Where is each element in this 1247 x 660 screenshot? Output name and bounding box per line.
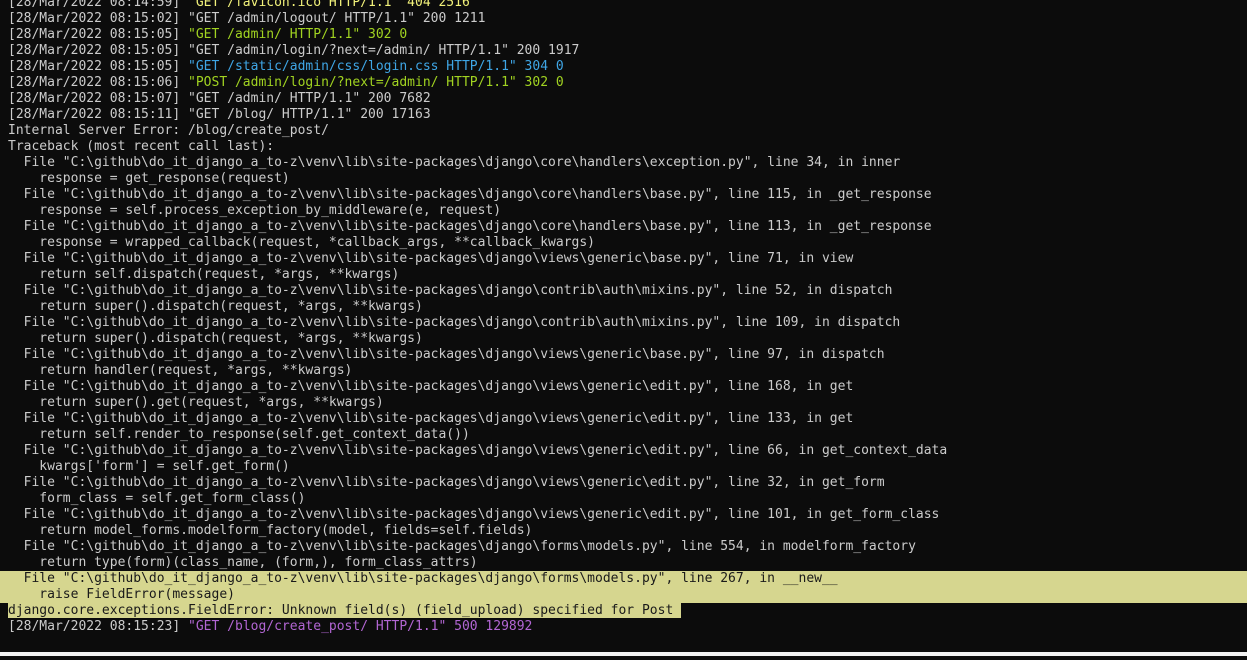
traceback-line[interactable]: return super().dispatch(request, *args, … [0, 299, 1247, 315]
log-timestamp: [28/Mar/2022 08:15:11] [8, 107, 181, 122]
log-request-line[interactable]: [28/Mar/2022 08:15:06] "POST /admin/logi… [0, 75, 1247, 91]
traceback-line[interactable]: File "C:\github\do_it_django_a_to-z\venv… [0, 187, 1247, 203]
selected-traceback-line[interactable]: File "C:\github\do_it_django_a_to-z\venv… [0, 571, 1247, 587]
log-timestamp: [28/Mar/2022 08:14:59] [8, 0, 181, 10]
traceback-line[interactable]: File "C:\github\do_it_django_a_to-z\venv… [0, 379, 1247, 395]
log-request-message: "GET /admin/ HTTP/1.1" 200 7682 [188, 91, 431, 106]
log-timestamp: [28/Mar/2022 08:15:02] [8, 11, 181, 26]
traceback-line[interactable]: form_class = self.get_form_class() [0, 491, 1247, 507]
traceback-line[interactable]: File "C:\github\do_it_django_a_to-z\venv… [0, 539, 1247, 555]
log-timestamp: [28/Mar/2022 08:15:23] [8, 619, 181, 634]
traceback-line[interactable]: Internal Server Error: /blog/create_post… [0, 123, 1247, 139]
log-request-line[interactable]: [28/Mar/2022 08:14:59] "GET /favicon.ico… [0, 0, 1247, 11]
traceback-line[interactable]: File "C:\github\do_it_django_a_to-z\venv… [0, 411, 1247, 427]
log-request-line[interactable]: [28/Mar/2022 08:15:05] "GET /admin/ HTTP… [0, 27, 1247, 43]
log-request-line[interactable]: [28/Mar/2022 08:15:11] "GET /blog/ HTTP/… [0, 107, 1247, 123]
traceback-line[interactable]: File "C:\github\do_it_django_a_to-z\venv… [0, 283, 1247, 299]
log-request-line[interactable]: [28/Mar/2022 08:15:05] "GET /static/admi… [0, 59, 1247, 75]
log-timestamp: [28/Mar/2022 08:15:05] [8, 59, 181, 74]
traceback-line[interactable]: return self.dispatch(request, *args, **k… [0, 267, 1247, 283]
log-timestamp: [28/Mar/2022 08:15:06] [8, 75, 181, 90]
traceback-line[interactable]: File "C:\github\do_it_django_a_to-z\venv… [0, 475, 1247, 491]
traceback-line[interactable]: return self.render_to_response(self.get_… [0, 427, 1247, 443]
log-request-line[interactable]: [28/Mar/2022 08:15:05] "GET /admin/login… [0, 43, 1247, 59]
log-request-line[interactable]: [28/Mar/2022 08:15:23] "GET /blog/create… [0, 619, 1247, 635]
log-request-message: "GET /admin/logout/ HTTP/1.1" 200 1211 [188, 11, 486, 26]
log-timestamp: [28/Mar/2022 08:15:07] [8, 91, 181, 106]
log-request-message: "GET /favicon.ico HTTP/1.1" 404 2516 [188, 0, 470, 10]
traceback-line[interactable]: File "C:\github\do_it_django_a_to-z\venv… [0, 251, 1247, 267]
log-request-message: "GET /static/admin/css/login.css HTTP/1.… [188, 59, 564, 74]
traceback-line[interactable]: return super().dispatch(request, *args, … [0, 331, 1247, 347]
log-request-message: "POST /admin/login/?next=/admin/ HTTP/1.… [188, 75, 564, 90]
traceback-line[interactable]: File "C:\github\do_it_django_a_to-z\venv… [0, 507, 1247, 523]
log-request-message: "GET /blog/ HTTP/1.1" 200 17163 [188, 107, 431, 122]
traceback-line[interactable]: response = get_response(request) [0, 171, 1247, 187]
log-timestamp: [28/Mar/2022 08:15:05] [8, 43, 181, 58]
traceback-line[interactable]: Traceback (most recent call last): [0, 139, 1247, 155]
traceback-line[interactable]: File "C:\github\do_it_django_a_to-z\venv… [0, 347, 1247, 363]
log-timestamp: [28/Mar/2022 08:15:05] [8, 27, 181, 42]
log-request-message: "GET /admin/ HTTP/1.1" 302 0 [188, 27, 408, 42]
traceback-line[interactable]: response = self.process_exception_by_mid… [0, 203, 1247, 219]
traceback-line[interactable]: return model_forms.modelform_factory(mod… [0, 523, 1247, 539]
traceback-line[interactable]: return type(form)(class_name, (form,), f… [0, 555, 1247, 571]
traceback-line[interactable]: File "C:\github\do_it_django_a_to-z\venv… [0, 219, 1247, 235]
traceback-line[interactable]: File "C:\github\do_it_django_a_to-z\venv… [0, 315, 1247, 331]
log-request-message: "GET /blog/create_post/ HTTP/1.1" 500 12… [188, 619, 533, 634]
error-message-selection: django.core.exceptions.FieldError: Unkno… [8, 603, 682, 618]
selected-traceback-line[interactable]: raise FieldError(message) [0, 587, 1247, 603]
traceback-line[interactable]: kwargs['form'] = self.get_form() [0, 459, 1247, 475]
traceback-line[interactable]: response = wrapped_callback(request, *ca… [0, 235, 1247, 251]
server-log-output[interactable]: [28/Mar/2022 08:14:59] "GET /favicon.ico… [0, 0, 1247, 635]
window-bottom-edge [0, 652, 1247, 656]
traceback-line[interactable]: File "C:\github\do_it_django_a_to-z\venv… [0, 443, 1247, 459]
traceback-line[interactable]: File "C:\github\do_it_django_a_to-z\venv… [0, 155, 1247, 171]
selected-error-line[interactable]: django.core.exceptions.FieldError: Unkno… [0, 603, 1247, 619]
log-request-line[interactable]: [28/Mar/2022 08:15:07] "GET /admin/ HTTP… [0, 91, 1247, 107]
log-request-message: "GET /admin/login/?next=/admin/ HTTP/1.1… [188, 43, 580, 58]
terminal-window[interactable]: [28/Mar/2022 08:14:59] "GET /favicon.ico… [0, 0, 1247, 656]
traceback-line[interactable]: return handler(request, *args, **kwargs) [0, 363, 1247, 379]
traceback-line[interactable]: return super().get(request, *args, **kwa… [0, 395, 1247, 411]
log-request-line[interactable]: [28/Mar/2022 08:15:02] "GET /admin/logou… [0, 11, 1247, 27]
